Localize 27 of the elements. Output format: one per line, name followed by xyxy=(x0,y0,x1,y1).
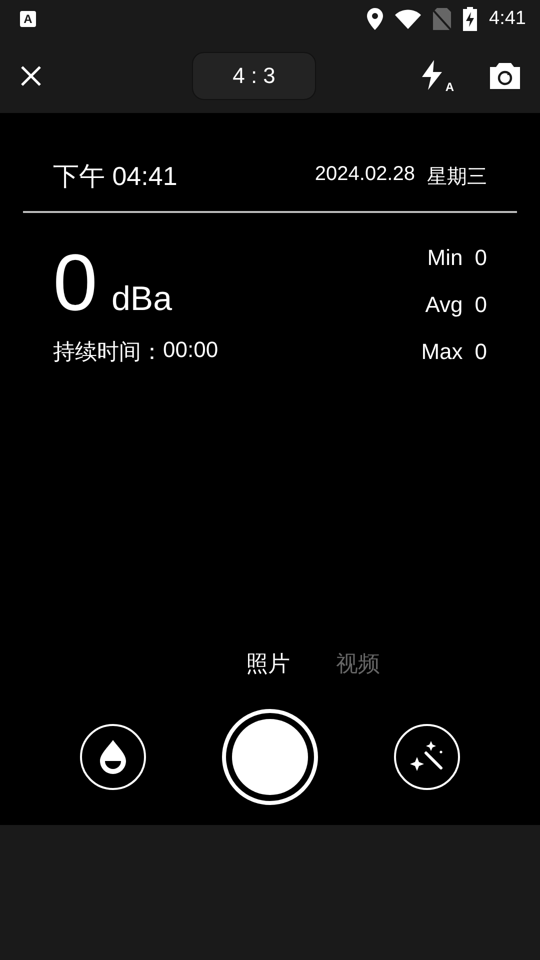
battery-charging-icon xyxy=(463,7,478,31)
aspect-ratio-button[interactable]: 4 : 3 xyxy=(192,52,316,100)
filter-button[interactable] xyxy=(80,724,146,790)
stat-label: Min xyxy=(427,245,463,271)
effects-button[interactable] xyxy=(394,724,460,790)
notification-icon: A xyxy=(20,11,36,27)
stat-label: Max xyxy=(421,339,463,365)
switch-camera-icon[interactable] xyxy=(490,62,520,88)
location-icon xyxy=(367,8,384,30)
time-label: 下午 04:41 xyxy=(53,160,178,193)
duration-label: 持续时间： xyxy=(53,338,163,366)
unit-label: dBa xyxy=(112,280,172,319)
mode-tab[interactable]: 照片 xyxy=(246,649,290,679)
duration-value: 00:00 xyxy=(163,337,218,364)
no-sim-icon xyxy=(433,8,452,30)
drop-icon xyxy=(100,740,126,774)
mode-tab[interactable]: 视频 xyxy=(336,649,380,679)
stat-value: 0 xyxy=(474,292,487,318)
weekday-label: 星期三 xyxy=(427,165,487,190)
status-time: 4:41 xyxy=(489,8,526,30)
stat-value: 0 xyxy=(474,339,487,365)
close-icon[interactable] xyxy=(20,64,42,86)
decibel-value: 0 xyxy=(53,237,98,329)
wifi-icon xyxy=(395,9,422,29)
stat-value: 0 xyxy=(474,245,487,271)
stat-label: Avg xyxy=(425,292,463,318)
date-label: 2024.02.28 xyxy=(314,163,415,187)
